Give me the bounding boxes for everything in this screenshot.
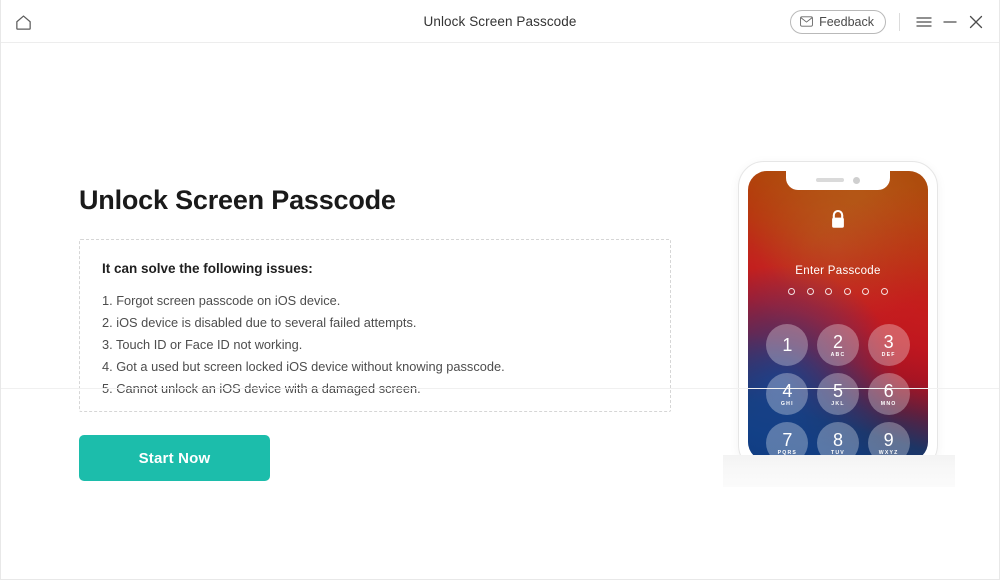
key-letters: DEF: [881, 351, 896, 358]
front-camera-icon: [853, 176, 860, 184]
key-digit: 5: [832, 380, 843, 401]
issues-panel-title: It can solve the following issues:: [102, 261, 313, 276]
start-now-button[interactable]: Start Now: [79, 435, 270, 481]
list-item: 1. Forgot screen passcode on iOS device.: [102, 293, 341, 308]
main-content: Unlock Screen Passcode It can solve the …: [1, 43, 999, 580]
list-item: 5. Cannot unlock an iOS device with a da…: [102, 381, 421, 396]
hamburger-menu-icon: [916, 16, 932, 27]
close-icon: [969, 15, 983, 28]
lock-icon: [830, 209, 847, 235]
keypad-key-6[interactable]: 6 MNO: [867, 373, 910, 415]
list-item: 4. Got a used but screen locked iOS devi…: [102, 359, 505, 374]
passcode-dot: [825, 288, 833, 295]
issues-panel: It can solve the following issues: 1. Fo…: [79, 239, 671, 412]
passcode-dot: [806, 288, 814, 295]
titlebar-divider: [899, 12, 900, 31]
enter-passcode-label: Enter Passcode: [795, 265, 881, 277]
page-title: Unlock Screen Passcode: [79, 185, 396, 215]
key-letters: ABC: [830, 351, 846, 358]
list-item: 2. iOS device is disabled due to several…: [102, 315, 417, 330]
speaker-grille-icon: [816, 178, 844, 182]
phone-notch: [786, 171, 890, 190]
titlebar: Unlock Screen Passcode Feedback: [1, 0, 999, 43]
key-digit: 6: [883, 380, 894, 401]
key-letters: MNO: [880, 400, 897, 407]
key-digit: 3: [883, 331, 894, 352]
app-window: Unlock Screen Passcode Feedback Unlock S…: [0, 0, 1000, 580]
key-digit: 4: [782, 380, 793, 401]
menu-button[interactable]: [911, 9, 937, 35]
keypad-key-5[interactable]: 5 JKL: [816, 373, 859, 415]
passcode-dot: [843, 288, 851, 295]
phone-frame: Enter Passcode 1 2 ABC 3 DEF 4 GHI 5 JKL…: [738, 161, 938, 471]
list-item: 3. Touch ID or Face ID not working.: [102, 337, 303, 352]
passcode-dot: [880, 288, 888, 295]
feedback-label: Feedback: [819, 14, 874, 29]
passcode-dot: [788, 288, 796, 295]
key-digit: 1: [782, 334, 793, 355]
key-digit: 9: [883, 429, 894, 450]
minimize-icon: [943, 20, 957, 23]
envelope-icon: [800, 16, 813, 27]
minimize-button[interactable]: [937, 9, 963, 35]
key-digit: 8: [832, 429, 843, 450]
phone-screen: Enter Passcode 1 2 ABC 3 DEF 4 GHI 5 JKL…: [748, 171, 928, 461]
keypad-key-4[interactable]: 4 GHI: [766, 373, 809, 415]
passcode-dot: [862, 288, 870, 295]
keypad-key-2[interactable]: 2 ABC: [816, 324, 859, 366]
keypad-key-3[interactable]: 3 DEF: [867, 324, 910, 366]
issues-list: 1. Forgot screen passcode on iOS device.…: [102, 290, 505, 400]
passcode-keypad: 1 2 ABC 3 DEF 4 GHI 5 JKL 6 MNO 7 PQRS 8…: [762, 324, 914, 461]
key-letters: GHI: [780, 400, 794, 407]
titlebar-controls: Feedback: [790, 0, 989, 43]
key-digit: 2: [832, 331, 843, 352]
key-letters: JKL: [831, 400, 845, 407]
phone-illustration: Enter Passcode 1 2 ABC 3 DEF 4 GHI 5 JKL…: [723, 153, 955, 487]
passcode-dots: [748, 288, 928, 295]
close-button[interactable]: [963, 9, 989, 35]
feedback-button[interactable]: Feedback: [790, 9, 886, 34]
phone-bottom-fade: [723, 455, 955, 487]
key-digit: 7: [782, 429, 793, 450]
keypad-key-1[interactable]: 1: [766, 324, 809, 366]
